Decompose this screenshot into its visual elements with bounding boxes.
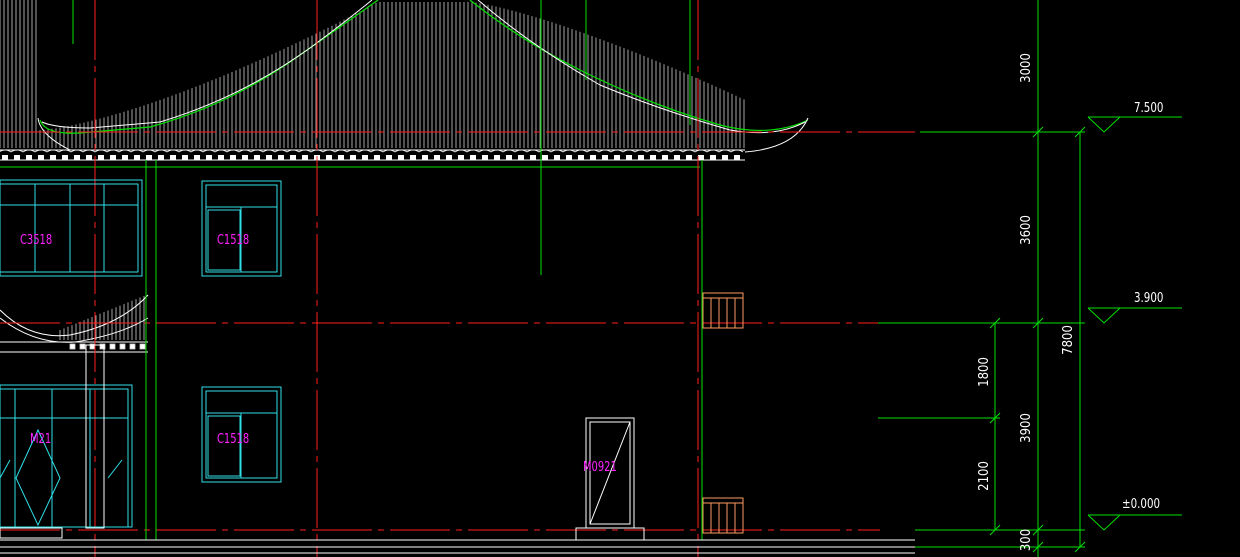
eave-tile: [146, 155, 152, 160]
eave-tile: [470, 155, 476, 160]
eave-tile: [590, 155, 596, 160]
eave-tile: [506, 155, 512, 160]
porch-tile: [79, 343, 86, 350]
dim-text-floor2: 3600: [1019, 215, 1034, 245]
level-text-roof: 7.500: [1134, 100, 1163, 115]
eave-tile: [626, 155, 632, 160]
eave-tile: [38, 155, 44, 160]
eave-tile: [566, 155, 572, 160]
eave-tile: [266, 155, 272, 160]
eave-tile: [554, 155, 560, 160]
eave-tile: [374, 155, 380, 160]
eave-tile: [242, 155, 248, 160]
eave-tile: [422, 155, 428, 160]
eave-tile: [230, 155, 236, 160]
eave-tile: [62, 155, 68, 160]
eave-tile: [110, 155, 116, 160]
porch-tile: [109, 343, 116, 350]
eave-tile: [122, 155, 128, 160]
eave-tile: [386, 155, 392, 160]
tag-window-c1518-upper: C1518: [217, 232, 249, 247]
eave-tile: [446, 155, 452, 160]
dim-text-plinth: 300: [1019, 529, 1034, 551]
eave-tile: [578, 155, 584, 160]
eave-tile: [650, 155, 656, 160]
eave-tile: [338, 155, 344, 160]
eave-tile: [218, 155, 224, 160]
eave-tile: [362, 155, 368, 160]
dim-text-roof: 3000: [1019, 53, 1034, 83]
eave-tile: [74, 155, 80, 160]
eave-tile: [206, 155, 212, 160]
eave-tile: [2, 155, 8, 160]
porch-tile: [69, 343, 76, 350]
porch-tile: [129, 343, 136, 350]
eave-tile: [458, 155, 464, 160]
cad-elevation-drawing: 7.500 3.900 ±0.000 3000 3600 7800 3900 1…: [0, 0, 1240, 557]
eave-tile: [518, 155, 524, 160]
eave-tile: [254, 155, 260, 160]
dim-text-upper: 1800: [977, 357, 992, 387]
level-text-2: 3.900: [1134, 290, 1163, 305]
eave-tile: [170, 155, 176, 160]
dim-text-floor1: 3900: [1019, 413, 1034, 443]
eave-tile: [674, 155, 680, 160]
dim-text-lower: 2100: [977, 461, 992, 491]
tag-door-m21: M21: [30, 431, 51, 446]
tag-door-m0921: M0921: [583, 459, 617, 474]
eave-tile: [614, 155, 620, 160]
eave-tile: [98, 155, 104, 160]
eave-tile: [662, 155, 668, 160]
eave-tile: [290, 155, 296, 160]
eave-tile: [326, 155, 332, 160]
eave-tile: [26, 155, 32, 160]
eave-tile: [50, 155, 56, 160]
eave-tile: [638, 155, 644, 160]
eave-tile: [302, 155, 308, 160]
tag-window-c1518-lower: C1518: [217, 431, 249, 446]
dim-text-total: 7800: [1061, 325, 1076, 355]
eave-tile: [182, 155, 188, 160]
eave-tile: [530, 155, 536, 160]
eave-tile: [86, 155, 92, 160]
eave-tile: [194, 155, 200, 160]
porch-tile: [139, 343, 146, 350]
eave-tile: [710, 155, 716, 160]
eave-tile: [14, 155, 20, 160]
eave-tile: [542, 155, 548, 160]
eave-tile: [398, 155, 404, 160]
eave-tile: [482, 155, 488, 160]
eave-tile: [722, 155, 728, 160]
eave-tile: [494, 155, 500, 160]
eave-tile: [278, 155, 284, 160]
eave-tile: [410, 155, 416, 160]
eave-tile: [686, 155, 692, 160]
eave-tile: [698, 155, 704, 160]
eave-tile: [602, 155, 608, 160]
eave-tile: [158, 155, 164, 160]
eave-tile: [134, 155, 140, 160]
porch-tile: [119, 343, 126, 350]
tag-window-c3518: C3518: [20, 232, 52, 247]
eave-tile: [350, 155, 356, 160]
eave-tile: [734, 155, 740, 160]
eave-tile: [434, 155, 440, 160]
level-text-ground: ±0.000: [1122, 496, 1160, 511]
